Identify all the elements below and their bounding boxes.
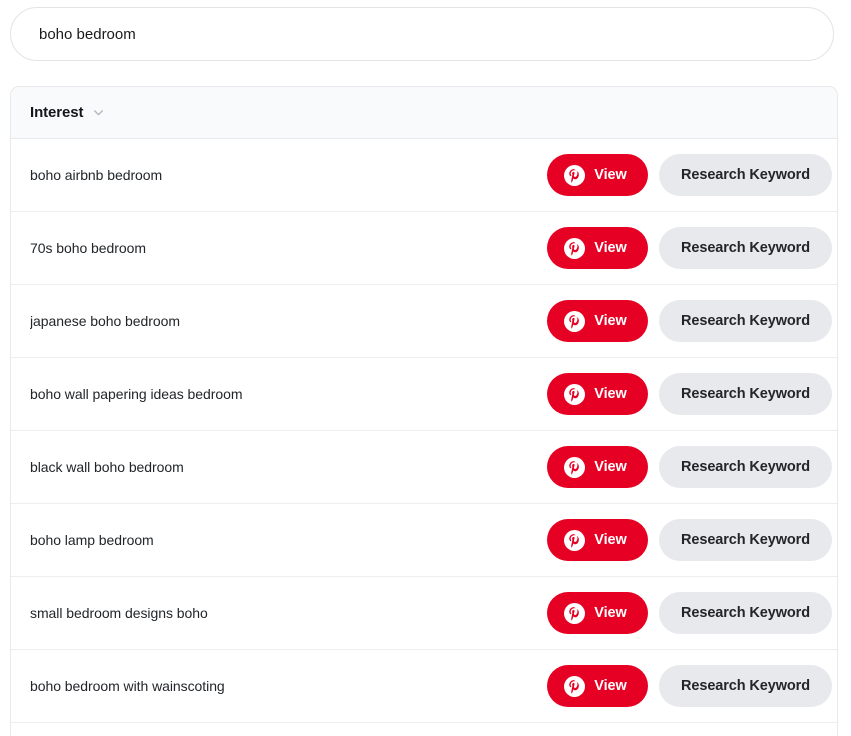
view-button[interactable]: View bbox=[547, 227, 648, 269]
pinterest-icon bbox=[564, 602, 586, 624]
research-keyword-button[interactable]: Research Keyword bbox=[659, 519, 832, 561]
row-actions: View Research Keyword bbox=[547, 300, 837, 342]
pinterest-icon bbox=[564, 675, 586, 697]
view-button-label: View bbox=[594, 532, 627, 548]
keyword-results-table: Interest boho airbnb bedroom View Resear… bbox=[10, 86, 838, 736]
view-button[interactable]: View bbox=[547, 519, 648, 561]
row-keyword-label: boho lamp bedroom bbox=[30, 532, 154, 548]
row-actions: View Research Keyword bbox=[547, 592, 837, 634]
column-header-label: Interest bbox=[30, 104, 84, 121]
pinterest-icon bbox=[564, 237, 586, 259]
pinterest-icon bbox=[564, 383, 586, 405]
keyword-results-page: Interest boho airbnb bedroom View bbox=[0, 0, 851, 736]
view-button-label: View bbox=[594, 167, 627, 183]
row-actions: View Research Keyword bbox=[547, 227, 837, 269]
row-actions: View Research Keyword bbox=[547, 373, 837, 415]
view-button[interactable]: View bbox=[547, 300, 648, 342]
row-actions: View Research Keyword bbox=[547, 154, 837, 196]
research-keyword-button[interactable]: Research Keyword bbox=[659, 227, 832, 269]
table-row-2[interactable]: japanese boho bedroom View Research Keyw… bbox=[11, 285, 837, 358]
view-button-label: View bbox=[594, 386, 627, 402]
pinterest-icon bbox=[564, 310, 586, 332]
search-bar bbox=[10, 7, 834, 61]
column-header-interest[interactable]: Interest bbox=[30, 104, 105, 121]
table-row-0[interactable]: boho airbnb bedroom View Research Keywor… bbox=[11, 139, 837, 212]
view-button-label: View bbox=[594, 240, 627, 256]
row-keyword-label: boho bedroom with wainscoting bbox=[30, 678, 225, 694]
table-row-1[interactable]: 70s boho bedroom View Research Keyword bbox=[11, 212, 837, 285]
research-keyword-button[interactable]: Research Keyword bbox=[659, 665, 832, 707]
search-input[interactable] bbox=[10, 7, 834, 61]
table-header-row: Interest bbox=[11, 87, 837, 139]
view-button[interactable]: View bbox=[547, 592, 648, 634]
research-keyword-label: Research Keyword bbox=[681, 678, 810, 694]
row-actions: View Research Keyword bbox=[547, 665, 837, 707]
research-keyword-button[interactable]: Research Keyword bbox=[659, 154, 832, 196]
table-row-6[interactable]: small bedroom designs boho View Research… bbox=[11, 577, 837, 650]
research-keyword-label: Research Keyword bbox=[681, 313, 810, 329]
pinterest-icon bbox=[564, 529, 586, 551]
view-button[interactable]: View bbox=[547, 665, 648, 707]
row-keyword-label: japanese boho bedroom bbox=[30, 313, 180, 329]
research-keyword-button[interactable]: Research Keyword bbox=[659, 300, 832, 342]
research-keyword-button[interactable]: Research Keyword bbox=[659, 373, 832, 415]
view-button[interactable]: View bbox=[547, 154, 648, 196]
view-button[interactable]: View bbox=[547, 446, 648, 488]
research-keyword-button[interactable]: Research Keyword bbox=[659, 592, 832, 634]
view-button-label: View bbox=[594, 605, 627, 621]
row-actions: View Research Keyword bbox=[547, 519, 837, 561]
row-keyword-label: boho wall papering ideas bedroom bbox=[30, 386, 243, 402]
chevron-down-icon[interactable] bbox=[92, 106, 105, 119]
table-row-5[interactable]: boho lamp bedroom View Research Keyword bbox=[11, 504, 837, 577]
table-row-8[interactable]: View Research Keyword bbox=[11, 723, 837, 736]
row-keyword-label: boho airbnb bedroom bbox=[30, 167, 163, 183]
row-keyword-label: black wall boho bedroom bbox=[30, 459, 184, 475]
view-button-label: View bbox=[594, 459, 627, 475]
view-button-label: View bbox=[594, 313, 627, 329]
row-keyword-label: small bedroom designs boho bbox=[30, 605, 208, 621]
table-row-3[interactable]: boho wall papering ideas bedroom View Re… bbox=[11, 358, 837, 431]
table-row-7[interactable]: boho bedroom with wainscoting View Resea… bbox=[11, 650, 837, 723]
pinterest-icon bbox=[564, 164, 586, 186]
row-keyword-label: 70s boho bedroom bbox=[30, 240, 146, 256]
research-keyword-label: Research Keyword bbox=[681, 532, 810, 548]
research-keyword-button[interactable]: Research Keyword bbox=[659, 446, 832, 488]
research-keyword-label: Research Keyword bbox=[681, 605, 810, 621]
pinterest-icon bbox=[564, 456, 586, 478]
table-body: boho airbnb bedroom View Research Keywor… bbox=[11, 139, 837, 736]
research-keyword-label: Research Keyword bbox=[681, 240, 810, 256]
table-row-4[interactable]: black wall boho bedroom View Research Ke… bbox=[11, 431, 837, 504]
view-button[interactable]: View bbox=[547, 373, 648, 415]
research-keyword-label: Research Keyword bbox=[681, 167, 810, 183]
research-keyword-label: Research Keyword bbox=[681, 459, 810, 475]
view-button-label: View bbox=[594, 678, 627, 694]
research-keyword-label: Research Keyword bbox=[681, 386, 810, 402]
row-actions: View Research Keyword bbox=[547, 446, 837, 488]
